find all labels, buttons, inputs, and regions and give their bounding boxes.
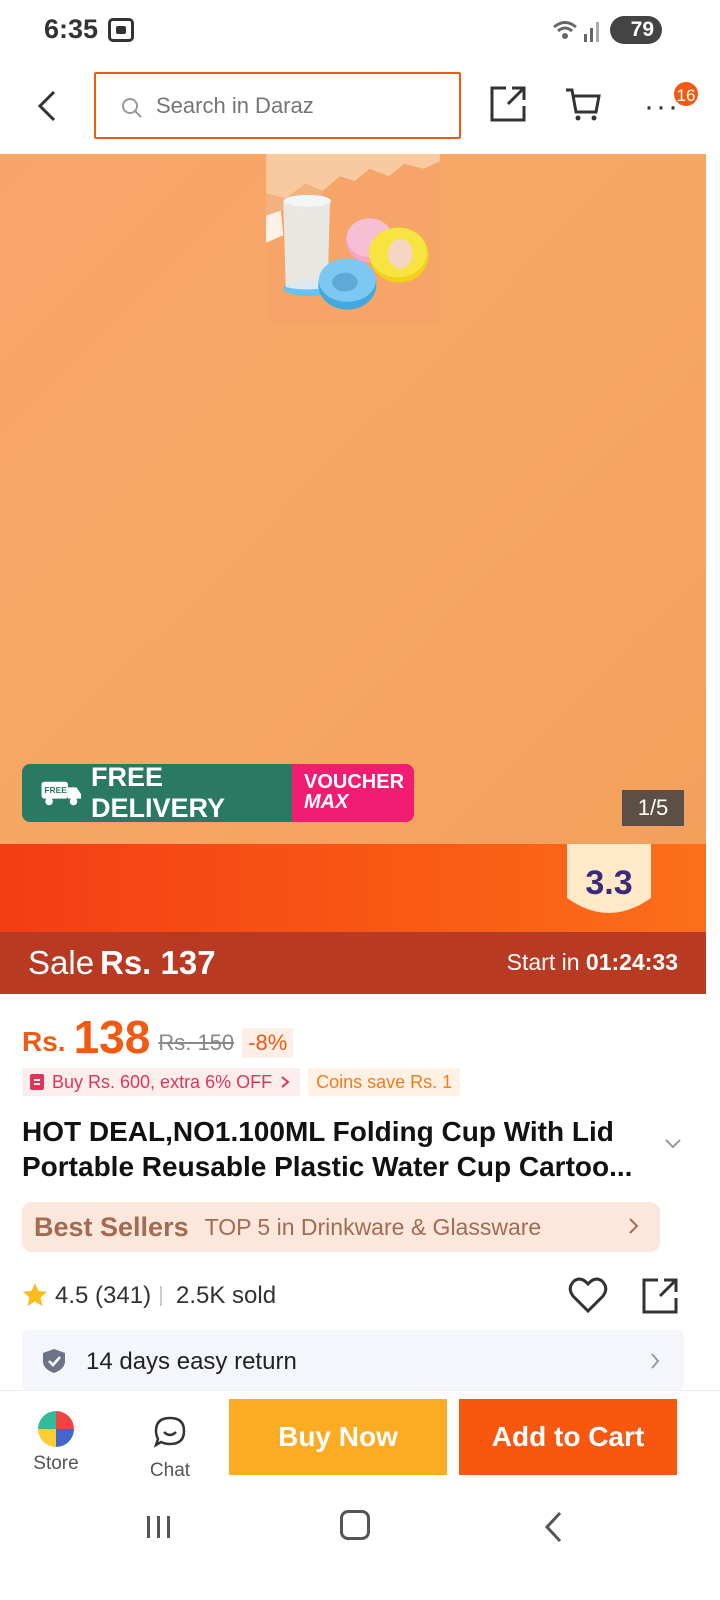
- share-icon[interactable]: [640, 1276, 680, 1316]
- free-delivery-voucher-badge: FREE FREE DELIVERY VOUCHER MAX: [22, 764, 414, 822]
- search-icon: [122, 98, 142, 118]
- bundle-offer-text: Buy Rs. 600, extra 6% OFF: [52, 1072, 273, 1092]
- chevron-right-icon: [281, 1076, 290, 1088]
- price-row: Rs. 138 Rs. 150 -8%: [22, 1011, 294, 1064]
- sale-countdown-time: 01:24:33: [585, 949, 678, 975]
- rating-score[interactable]: 4.5 (341): [55, 1282, 151, 1310]
- original-price: Rs. 150: [158, 1030, 235, 1055]
- heart-icon[interactable]: [568, 1276, 608, 1314]
- system-navigation-bar: [0, 1494, 720, 1600]
- shield-check-icon: [43, 1349, 65, 1373]
- back-arrow-icon[interactable]: [28, 86, 68, 126]
- promo-tags: Buy Rs. 600, extra 6% OFF Coins save Rs.…: [22, 1068, 461, 1096]
- best-sellers-rank: TOP 5 in Drinkware & Glassware: [204, 1213, 542, 1240]
- easy-return-row[interactable]: 14 days easy return: [22, 1330, 684, 1390]
- free-tag: FREE: [44, 785, 67, 795]
- best-sellers-banner[interactable]: Best Sellers TOP 5 in Drinkware & Glassw…: [22, 1202, 660, 1252]
- search-bar[interactable]: [94, 72, 461, 139]
- price-currency: Rs.: [22, 1026, 66, 1057]
- store-label: Store: [33, 1453, 79, 1474]
- sale-price: Rs. 137: [100, 944, 216, 981]
- chat-button[interactable]: Chat: [140, 1415, 200, 1482]
- chevron-down-icon[interactable]: [664, 1138, 682, 1150]
- chat-icon: [153, 1416, 186, 1448]
- star-icon: [23, 1283, 47, 1306]
- add-to-cart-button[interactable]: Add to Cart: [459, 1399, 677, 1475]
- chat-label: Chat: [149, 1460, 191, 1481]
- chevron-right-icon: [629, 1218, 639, 1234]
- home-icon[interactable]: [340, 1510, 370, 1540]
- rating-row: 4.5 (341) 2.5K sold: [22, 1274, 682, 1318]
- product-photo: [266, 154, 440, 324]
- rating-value: 4.5: [55, 1282, 89, 1309]
- voucher-max-label: MAX: [304, 791, 349, 813]
- rating-count: (341): [95, 1282, 152, 1309]
- share-icon[interactable]: [488, 84, 528, 124]
- voucher-label: VOUCHER: [304, 771, 405, 793]
- search-input[interactable]: [156, 86, 446, 126]
- status-bar: 6:35 79: [0, 0, 720, 62]
- chevron-right-icon: [651, 1353, 660, 1369]
- sale-label: Sale: [28, 944, 95, 981]
- cart-icon[interactable]: [564, 86, 602, 122]
- sale-start-label: Start in: [506, 949, 580, 975]
- campaign-badge: 3.3: [567, 844, 651, 913]
- current-price: 138: [73, 1011, 151, 1063]
- sold-count: 2.5K sold: [176, 1282, 277, 1309]
- campaign-badge-text: 3.3: [585, 864, 632, 902]
- bundle-offer-tag[interactable]: Buy Rs. 600, extra 6% OFF: [22, 1068, 301, 1096]
- store-button[interactable]: Store: [28, 1411, 84, 1475]
- best-sellers-logo: Best Sellers: [34, 1211, 189, 1242]
- recent-apps-icon[interactable]: [144, 1512, 174, 1542]
- bottom-action-bar: Store Chat Buy Now Add to Cart: [0, 1390, 720, 1494]
- top-nav: ··· 16: [0, 62, 720, 154]
- screen-record-icon: [108, 18, 134, 42]
- product-title: HOT DEAL,NO1.100ML Folding Cup With Lid …: [22, 1116, 633, 1182]
- wifi-signal-icon: [553, 21, 599, 42]
- flash-sale-bar: Sale Rs. 137 Start in 01:24:33: [0, 932, 706, 994]
- delivery-truck-icon: FREE: [41, 781, 82, 806]
- coins-tag: Coins save Rs. 1: [308, 1068, 461, 1096]
- store-avatar: [38, 1411, 74, 1447]
- status-time: 6:35: [44, 14, 99, 44]
- campaign-banner[interactable]: 3.3: [0, 844, 706, 932]
- buy-now-button[interactable]: Buy Now: [229, 1399, 447, 1475]
- image-counter: 1/5: [622, 790, 684, 826]
- cart-count-badge: 16: [672, 80, 700, 108]
- free-delivery-label: FREE DELIVERY: [90, 764, 225, 822]
- voucher-icon: [30, 1074, 44, 1090]
- product-image-gallery[interactable]: FREE FREE DELIVERY VOUCHER MAX 1/5: [0, 154, 706, 844]
- divider: [160, 1286, 162, 1306]
- sale-countdown: Start in 01:24:33: [507, 949, 678, 976]
- system-back-icon[interactable]: [542, 1510, 566, 1544]
- battery-indicator: 79: [610, 16, 662, 44]
- easy-return-text: 14 days easy return: [86, 1348, 297, 1375]
- discount-badge: -8%: [242, 1028, 294, 1058]
